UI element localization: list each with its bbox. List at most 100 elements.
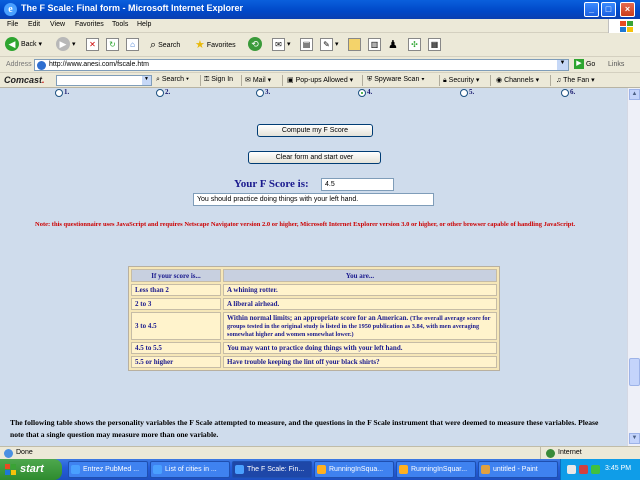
history-button[interactable]: ⟲	[248, 37, 262, 53]
the-fan-button[interactable]: ♫ The Fan ▾	[556, 76, 595, 84]
search-button[interactable]: ⌕ Search	[150, 37, 180, 53]
compute-score-button[interactable]: Compute my F Score	[257, 124, 373, 137]
tray-icon[interactable]	[567, 465, 576, 474]
task-running-in-square-1[interactable]: RunningInSqua...	[314, 461, 394, 478]
history-icon: ⟲	[248, 37, 262, 52]
score-range-cell: 4.5 to 5.5	[131, 342, 221, 354]
research-button[interactable]: ▥	[368, 37, 381, 53]
globe-icon	[546, 449, 555, 458]
print-button[interactable]: ▤	[300, 37, 313, 53]
refresh-button[interactable]: ↻	[106, 37, 119, 53]
address-input[interactable]: http://www.anesi.com/fscale.htm ▼	[34, 59, 569, 71]
tools-button[interactable]: ✣	[408, 37, 421, 53]
folder-button[interactable]	[348, 37, 361, 53]
tray-icon[interactable]	[591, 465, 600, 474]
stop-icon: ✕	[86, 37, 99, 51]
menu-help[interactable]: Help	[137, 21, 151, 28]
score-field[interactable]: 4.5	[321, 178, 394, 191]
vertical-scrollbar[interactable]: ▲ ▼	[627, 88, 640, 446]
messenger-icon: ♟	[388, 39, 398, 51]
scroll-up-icon[interactable]: ▲	[629, 89, 640, 100]
close-button[interactable]: ×	[620, 2, 635, 17]
extra-button[interactable]: ▦	[428, 37, 441, 53]
forward-button[interactable]: ▶ ▾	[56, 37, 75, 53]
separator	[241, 75, 242, 86]
radio-option-3[interactable]	[256, 89, 264, 97]
go-arrow-icon: ▶	[574, 59, 584, 69]
radio-option-1[interactable]	[55, 89, 63, 97]
status-bar: Done Internet	[0, 446, 640, 460]
radio-option-5[interactable]	[460, 89, 468, 97]
task-entrez-pubmed[interactable]: Entrez PubMed ...	[68, 461, 148, 478]
comcast-logo[interactable]: Comcast.	[4, 75, 45, 85]
score-range-cell: 3 to 4.5	[131, 312, 221, 340]
mail-button[interactable]: ✉ ▾	[272, 37, 290, 53]
scroll-thumb[interactable]	[629, 358, 640, 386]
task-f-scale[interactable]: The F Scale: Fin...	[232, 461, 312, 478]
menu-tools[interactable]: Tools	[112, 21, 128, 28]
clear-form-button[interactable]: Clear form and start over	[248, 151, 381, 164]
radio-option-6[interactable]	[561, 89, 569, 97]
ie-icon	[235, 465, 244, 474]
radio-label-4: 4.	[367, 88, 373, 96]
task-list-of-cities[interactable]: List of cities in ...	[150, 461, 230, 478]
comcast-search-input[interactable]: ▼	[56, 75, 152, 86]
sign-in-button[interactable]: ⚿ Sign In	[204, 76, 233, 84]
chevron-down-icon[interactable]: ▼	[142, 76, 151, 85]
task-running-in-square-2[interactable]: RunningInSquar...	[396, 461, 476, 478]
taskbar: start Entrez PubMed ... List of cities i…	[0, 459, 640, 480]
channels-button[interactable]: ◉ Channels ▾	[496, 76, 539, 84]
edit-icon: ✎	[320, 37, 333, 51]
menu-view[interactable]: View	[50, 21, 65, 28]
score-message-field[interactable]: You should practice doing things with yo…	[193, 193, 434, 206]
radio-option-4[interactable]	[358, 89, 366, 97]
maximize-button[interactable]: □	[601, 2, 616, 17]
windows-flag-icon	[5, 464, 16, 475]
description-text: Within normal limits; an appropriate sco…	[227, 314, 409, 322]
menu-file[interactable]: File	[7, 21, 18, 28]
separator	[200, 75, 201, 86]
column-header-you-are: You are...	[223, 269, 497, 282]
home-button[interactable]: ⌂	[126, 37, 139, 53]
spyware-scan-button[interactable]: ⛨ Spyware Scan ▾	[367, 76, 425, 84]
edit-button[interactable]: ✎ ▾	[320, 37, 338, 53]
stop-button[interactable]: ✕	[86, 37, 99, 53]
go-button[interactable]: ▶ Go	[574, 59, 595, 69]
score-label: Your F Score is:	[234, 178, 309, 190]
minimize-button[interactable]: _	[584, 2, 599, 17]
table-row: 4.5 to 5.5 You may want to practice doin…	[131, 342, 497, 354]
chevron-down-icon[interactable]: ▼	[557, 60, 568, 70]
comcast-search-button[interactable]: ⌕ Search ▾	[156, 76, 189, 84]
research-icon: ▥	[368, 37, 381, 51]
page-done-icon	[4, 449, 13, 458]
comcast-toolbar: Comcast. ▼ ⌕ Search ▾ ⚿ Sign In ✉ Mail ▾…	[0, 73, 640, 88]
windows-logo-icon	[608, 19, 640, 33]
task-paint[interactable]: untitled - Paint	[478, 461, 558, 478]
start-button[interactable]: start	[0, 459, 62, 480]
back-arrow-icon: ◀	[5, 37, 19, 52]
back-button[interactable]: ◀ Back ▾	[5, 37, 42, 53]
menu-edit[interactable]: Edit	[28, 21, 40, 28]
table-row: 2 to 3 A liberal airhead.	[131, 298, 497, 310]
folder-icon	[348, 37, 361, 51]
menu-favorites[interactable]: Favorites	[75, 21, 104, 28]
scroll-down-icon[interactable]: ▼	[629, 433, 640, 444]
ie-icon: e	[4, 3, 17, 16]
radio-option-2[interactable]	[156, 89, 164, 97]
separator	[439, 75, 440, 86]
score-range-cell: Less than 2	[131, 284, 221, 296]
javascript-note: Note: this questionnaire uses JavaScript…	[35, 221, 576, 228]
messenger-button[interactable]: ♟	[388, 37, 398, 53]
mail-button-comcast[interactable]: ✉ Mail ▾	[245, 76, 271, 84]
address-bar: Address http://www.anesi.com/fscale.htm …	[0, 57, 640, 73]
popups-button[interactable]: ▣ Pop-ups Allowed ▾	[287, 76, 353, 84]
ie-icon	[71, 465, 80, 474]
variables-intro-text: The following table shows the personalit…	[10, 418, 599, 439]
links-button[interactable]: Links	[608, 61, 624, 68]
description-cell: A whining rotter.	[223, 284, 497, 296]
favorites-button[interactable]: ★ Favorites	[195, 37, 236, 53]
tray-icon[interactable]	[579, 465, 588, 474]
forward-arrow-icon: ▶	[56, 37, 70, 52]
separator	[490, 75, 491, 86]
security-button[interactable]: 🔒︎ Security ▾	[443, 76, 479, 85]
